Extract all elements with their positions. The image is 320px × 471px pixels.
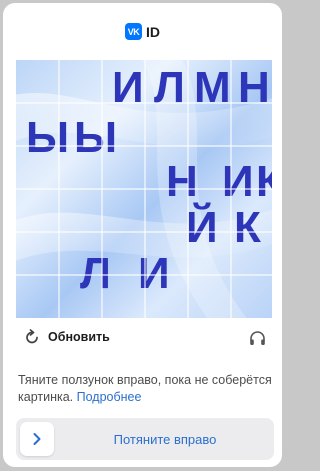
refresh-icon (26, 329, 38, 344)
more-info-link[interactable]: Подробнее (77, 390, 142, 404)
slider-handle[interactable] (20, 422, 54, 456)
captcha-letter-fragment: И (222, 157, 254, 206)
instruction-body: Тяните ползунок вправо, пока не соберётс… (18, 373, 272, 404)
instruction-text: Тяните ползунок вправо, пока не соберётс… (18, 372, 273, 406)
captcha-letter-fragment: К (234, 203, 261, 252)
captcha-letter-fragment: Л (154, 63, 185, 112)
captcha-letter-fragment: М (194, 63, 231, 112)
chevron-right-icon (33, 433, 41, 445)
slider-track[interactable]: Потяните вправо (16, 418, 274, 460)
headphones-icon (250, 331, 265, 345)
captcha-letter-fragment: Ы (74, 113, 117, 162)
captcha-letter-fragment: Ы (26, 113, 69, 162)
captcha-letter-fragment: Н (166, 157, 198, 206)
captcha-dialog: VK ID ИЛМНЫЫНИКЙКЛИ Обновить Тяните полз… (3, 3, 282, 467)
captcha-letter-fragment: Й (186, 201, 218, 252)
brand-label: ID (146, 23, 160, 40)
captcha-puzzle-svg: И Л М НЫ ЫН И КЙ КЛ И (16, 60, 272, 318)
refresh-button[interactable]: Обновить (24, 329, 110, 345)
slider-label: Потяните вправо (113, 431, 217, 447)
captcha-letter-fragment: Н (238, 63, 270, 112)
audio-captcha-button[interactable] (249, 330, 266, 351)
captcha-letter-fragment: И (138, 249, 170, 298)
captcha-letter-fragment: И (112, 63, 144, 112)
refresh-label: Обновить (48, 330, 110, 344)
vk-logo-icon: VK (125, 23, 142, 40)
captcha-letter-fragment: Л (80, 249, 111, 298)
vk-id-brand: VK ID (3, 23, 282, 40)
captcha-image: ИЛМНЫЫНИКЙКЛИ (16, 60, 272, 318)
captcha-letter-fragment: К (256, 157, 272, 206)
